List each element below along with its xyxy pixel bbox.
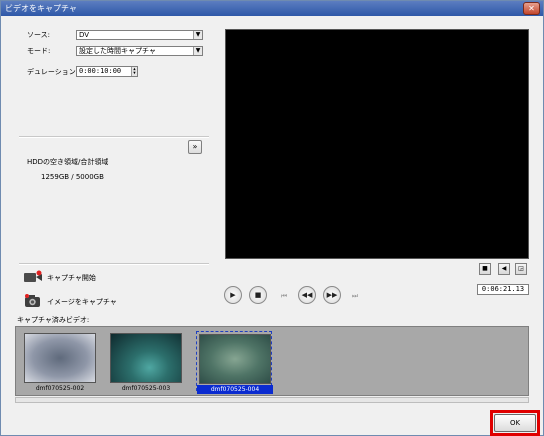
fullscreen-button[interactable]: ◲ [515,263,527,275]
snapshot-button[interactable]: ■ [479,263,491,275]
expand-button[interactable]: » [188,140,202,154]
duration-label: デュレーション: [27,68,79,76]
mode-select[interactable]: 設定した時間キャプチャ ▼ [76,46,203,56]
video-preview [225,29,529,259]
close-button[interactable]: ✕ [523,2,540,15]
fullscreen-icon: ◲ [518,265,524,272]
next-button[interactable]: ⏭ [349,290,361,302]
capture-video-dialog: ビデオをキャプチャ ✕ ソース: DV ▼ モード: 設定した時間キャプチャ ▼… [0,0,544,436]
horizontal-scrollbar[interactable] [15,397,529,403]
thumbnail-caption: dmf070525-003 [121,385,171,392]
monitor-icon: ■ [482,265,488,272]
start-capture-button[interactable]: キャプチャ開始 [23,269,143,285]
source-label: ソース: [27,31,51,39]
skip-back-icon: ⏮ [280,292,288,300]
disk-space-value: 1259GB / 5000GB [41,173,104,181]
volume-button[interactable]: ◀ [498,263,510,275]
fast-forward-button[interactable]: ▶▶ [323,286,341,304]
double-chevron-down-icon: » [192,142,198,151]
rewind-icon: ◀◀ [301,291,313,299]
divider [19,263,209,265]
captured-video-list[interactable]: dmf070525-002 dmf070525-003 dmf070525-00… [15,326,529,396]
thumbnail-caption: dmf070525-002 [35,385,85,392]
ok-button[interactable]: OK [494,414,536,432]
play-icon: ▶ [230,291,236,299]
previous-button[interactable]: ⏮ [278,290,290,302]
window-title: ビデオをキャプチャ [5,4,77,13]
stop-icon: ■ [254,291,262,299]
video-thumbnail-selected[interactable]: dmf070525-004 [196,331,273,394]
capture-image-button[interactable]: イメージをキャプチャ [23,293,143,309]
mode-value: 設定した時間キャプチャ [79,47,156,55]
speaker-icon: ◀ [501,265,507,272]
play-button[interactable]: ▶ [224,286,242,304]
video-camera-icon [24,270,42,282]
camera-icon [25,294,40,307]
source-select[interactable]: DV ▼ [76,30,203,40]
chevron-down-icon[interactable]: ▼ [193,47,202,55]
duration-field[interactable]: 0:00:10:00 ▲ ▼ [76,66,138,77]
rewind-button[interactable]: ◀◀ [298,286,316,304]
capture-image-label: イメージをキャプチャ [47,298,117,306]
captured-videos-label: キャプチャ済みビデオ: [17,316,90,324]
source-value: DV [79,31,90,39]
mode-label: モード: [27,47,51,55]
disk-space-header: HDDの空き領域/合計領域 [27,158,109,166]
timecode-display: 0:06:21.13 [477,284,529,295]
start-capture-label: キャプチャ開始 [47,274,96,282]
video-thumbnail[interactable]: dmf070525-003 [108,331,184,392]
divider [19,136,209,138]
chevron-down-icon[interactable]: ▼ [193,31,202,39]
spin-arrows-icon[interactable]: ▲ ▼ [131,67,137,76]
thumbnail-image [110,333,182,383]
thumbnail-image [24,333,96,383]
stop-button[interactable]: ■ [249,286,267,304]
thumbnail-image [199,334,271,384]
title-bar: ビデオをキャプチャ ✕ [1,1,543,16]
skip-forward-icon: ⏭ [351,292,359,300]
fast-forward-icon: ▶▶ [326,291,338,299]
duration-value: 0:00:10:00 [79,67,122,75]
video-thumbnail[interactable]: dmf070525-002 [22,331,98,392]
thumbnail-caption: dmf070525-004 [197,385,273,394]
